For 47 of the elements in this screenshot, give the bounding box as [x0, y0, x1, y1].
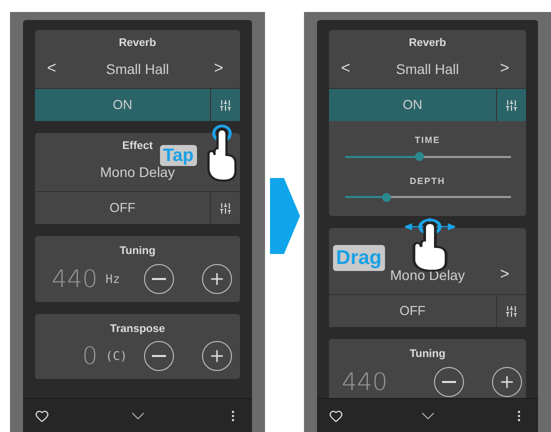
card-title: Tuning — [120, 244, 156, 259]
sliders-icon — [219, 202, 232, 214]
card-title: Reverb — [118, 36, 156, 50]
favorite-icon[interactable] — [35, 408, 49, 422]
previous-button[interactable]: < — [47, 57, 56, 81]
settings-button[interactable] — [496, 295, 526, 327]
unit-label: Hz — [106, 272, 120, 286]
sliders-icon — [505, 98, 518, 112]
settings-button[interactable] — [210, 192, 240, 224]
favorite-icon[interactable] — [329, 408, 343, 422]
stepper-value: 440 — [50, 264, 98, 292]
arrow-icon — [270, 178, 300, 254]
minus-icon — [442, 380, 456, 382]
sliders-icon — [219, 98, 232, 112]
previous-button[interactable]: < — [341, 57, 350, 81]
decrease-button[interactable] — [144, 341, 174, 371]
unit-label: (C) — [106, 349, 128, 363]
card-title: Tuning — [410, 347, 446, 362]
parameter-slider[interactable] — [344, 152, 510, 162]
sliders-icon — [505, 304, 518, 318]
increase-button[interactable] — [202, 341, 232, 371]
stepper-value: 440 — [340, 368, 388, 396]
toggle-button[interactable]: ON — [329, 89, 496, 121]
decrease-button[interactable] — [434, 366, 464, 396]
decrease-button[interactable] — [144, 264, 174, 294]
preset-value: Small Hall — [104, 60, 170, 78]
minus-icon — [152, 278, 166, 280]
stepper-value: 0 — [81, 342, 98, 370]
gesture-label: Tap — [160, 145, 197, 166]
settings-button[interactable] — [496, 89, 526, 121]
parameter-slider[interactable] — [344, 192, 510, 202]
parameter-label: DEPTH — [410, 174, 446, 188]
next-button[interactable]: > — [214, 57, 224, 81]
card-title: Transpose — [110, 322, 166, 336]
minus-icon — [152, 355, 166, 357]
card-title: Effect — [122, 139, 153, 153]
increase-button[interactable] — [202, 264, 232, 294]
gesture-label: Drag — [333, 245, 385, 271]
card-title: Reverb — [408, 36, 446, 50]
parameter-label: TIME — [414, 134, 440, 147]
settings-button[interactable] — [210, 89, 240, 121]
next-button[interactable]: > — [500, 57, 510, 81]
increase-button[interactable] — [492, 366, 522, 396]
preset-value: Mono Delay — [99, 164, 175, 182]
next-button[interactable]: > — [500, 263, 510, 287]
toggle-button[interactable]: ON — [35, 89, 210, 121]
preset-value: Small Hall — [394, 60, 460, 78]
